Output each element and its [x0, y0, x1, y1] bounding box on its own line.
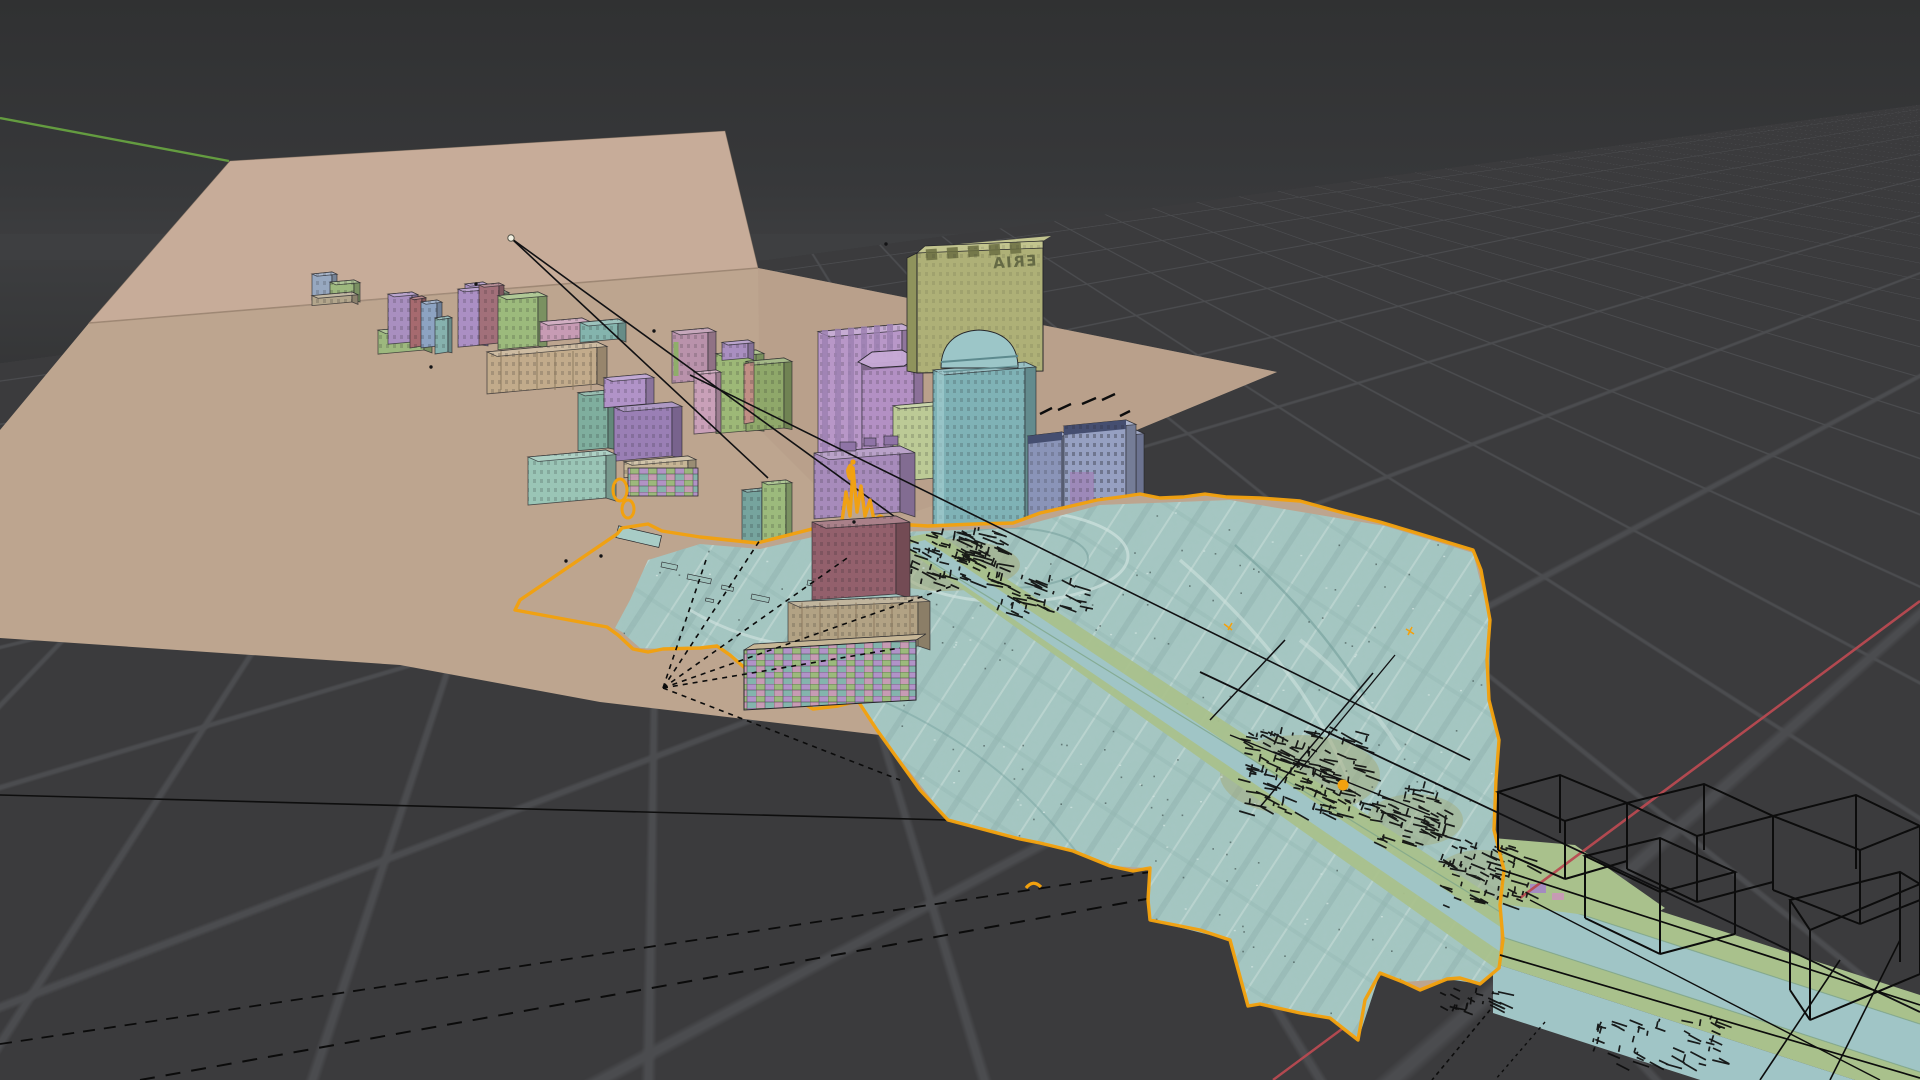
- scene-layer: ERIA: [0, 0, 1920, 1080]
- highway-strip[interactable]: [1493, 838, 1920, 1080]
- 3d-viewport[interactable]: ERIA: [0, 0, 1920, 1080]
- scan-terrain-mesh[interactable]: [515, 468, 1542, 1060]
- building-sign-text: ERIA: [991, 251, 1037, 272]
- axis-y: [0, 118, 229, 161]
